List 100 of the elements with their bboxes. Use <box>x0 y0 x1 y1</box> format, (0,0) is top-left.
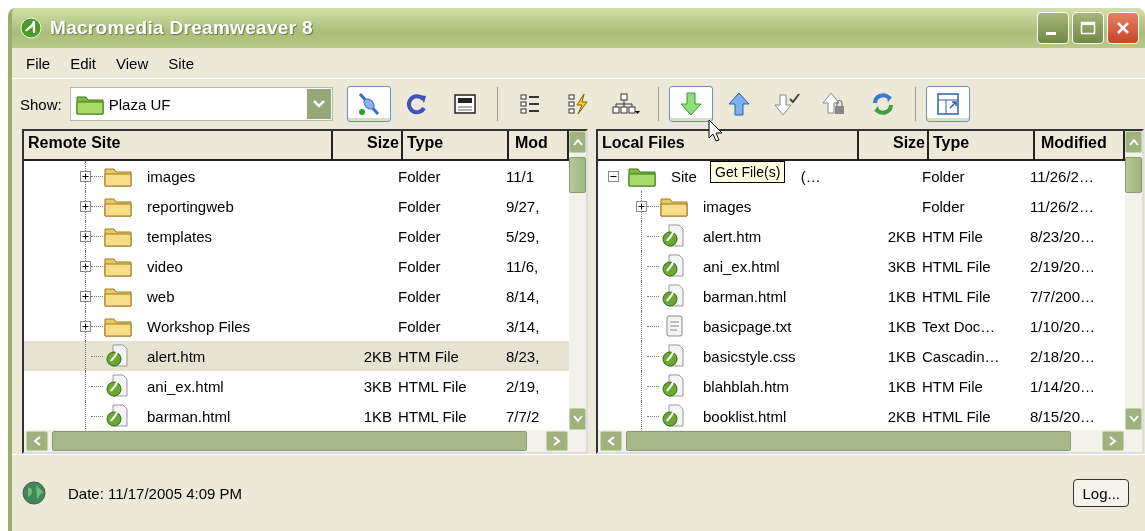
modified-date: 11/1 <box>506 167 535 185</box>
down-arrow-check-icon <box>773 91 800 117</box>
scroll-thumb[interactable] <box>569 157 586 193</box>
folder-icon <box>103 285 133 307</box>
scroll-up-button[interactable] <box>1125 131 1142 153</box>
scroll-down-button[interactable] <box>569 408 586 430</box>
show-label: Show: <box>20 95 62 113</box>
modified-date: 2/18/20… <box>1030 347 1096 365</box>
close-icon <box>1116 21 1130 35</box>
file-type: HTML File <box>922 407 991 425</box>
menu-item[interactable]: File <box>18 52 59 74</box>
expand-icon[interactable] <box>80 230 91 242</box>
scroll-thumb[interactable] <box>1125 157 1142 193</box>
left-chevron-icon <box>607 436 615 446</box>
expand-icon[interactable] <box>80 200 91 212</box>
file-row[interactable]: images Folder 11/1 <box>24 161 569 191</box>
file-row[interactable]: blahblah.htm 1KB HTM File 1/14/20… <box>598 371 1125 401</box>
list-icon <box>517 92 542 116</box>
file-type: Folder <box>398 257 441 275</box>
file-row[interactable]: basicpage.txt 1KB Text Doc… 1/10/20… <box>598 311 1125 341</box>
modified-date: 11/26/2… <box>1030 197 1094 215</box>
file-type: HTM File <box>398 347 459 365</box>
menu-item[interactable]: Site <box>160 52 203 74</box>
modified-date: 8/15/20… <box>1030 407 1096 425</box>
file-row[interactable]: Workshop Files Folder 3/14, <box>24 311 569 341</box>
down-arrow-icon <box>678 91 703 117</box>
expand-icon[interactable] <box>80 320 91 332</box>
file-type: HTML File <box>398 407 467 425</box>
folder-icon <box>103 315 133 337</box>
collapse-icon[interactable] <box>608 170 619 182</box>
ftp-log-icon <box>452 92 477 116</box>
column-header[interactable]: Size <box>859 131 929 159</box>
maximize-icon <box>1080 21 1096 35</box>
folder-icon <box>659 195 689 217</box>
scroll-thumb[interactable] <box>626 431 1071 451</box>
refresh-icon <box>404 92 429 116</box>
modified-date: 8/14, <box>506 287 540 305</box>
file-name: web <box>147 287 175 305</box>
scroll-right-button[interactable] <box>546 431 568 451</box>
scroll-thumb[interactable] <box>52 431 527 451</box>
scroll-left-button[interactable] <box>600 431 622 451</box>
file-type: Folder <box>922 167 965 185</box>
file-size: 1KB <box>887 347 916 365</box>
window-title: Macromedia Dreamweaver 8 <box>50 17 314 39</box>
expand-icon[interactable] <box>80 290 91 302</box>
scroll-up-button[interactable] <box>569 131 586 153</box>
file-row[interactable]: barman.html 1KB HTML File 7/7/200… <box>598 281 1125 311</box>
file-name: booklist.html <box>703 407 787 425</box>
expand-icon[interactable] <box>636 200 647 212</box>
column-header[interactable]: Remote Site <box>24 131 333 159</box>
right-chevron-icon <box>1109 436 1117 446</box>
maximize-button[interactable] <box>1072 12 1104 44</box>
modified-date: 7/7/200… <box>1030 287 1096 305</box>
list-lightning-icon <box>565 92 590 116</box>
file-name: ani_ex.html <box>703 257 780 275</box>
vertical-scrollbar[interactable] <box>1125 131 1142 430</box>
column-header[interactable]: Type <box>929 131 1035 159</box>
file-size: 2KB <box>887 407 916 425</box>
file-name: reportingweb <box>147 197 234 215</box>
file-row[interactable]: images Folder 11/26/2… <box>598 191 1125 221</box>
folder-icon <box>103 195 133 217</box>
file-row[interactable]: web Folder 8/14, <box>24 281 569 311</box>
scroll-left-button[interactable] <box>26 431 48 451</box>
folder-icon <box>627 165 657 187</box>
file-row[interactable]: templates Folder 5/29, <box>24 221 569 251</box>
expand-icon[interactable] <box>80 170 91 182</box>
file-size: 2KB <box>887 227 916 245</box>
modified-date: 11/26/2… <box>1030 167 1094 185</box>
file-row[interactable]: video Folder 11/6, <box>24 251 569 281</box>
horizontal-scrollbar[interactable] <box>598 430 1142 452</box>
file-row[interactable]: ani_ex.html 3KB HTML File 2/19/20… <box>598 251 1125 281</box>
site-map-icon <box>611 92 640 116</box>
modified-date: 8/23/20… <box>1030 227 1096 245</box>
log-button[interactable]: Log... <box>1073 479 1129 507</box>
column-header[interactable]: Type <box>403 131 509 159</box>
file-row[interactable]: basicstyle.css 1KB Cascadin… 2/18/20… <box>598 341 1125 371</box>
modified-date: 8/23, <box>506 347 540 365</box>
file-size: 2KB <box>363 347 392 365</box>
scroll-down-button[interactable] <box>1125 408 1142 430</box>
file-row[interactable]: alert.htm 2KB HTM File 8/23, <box>24 341 569 371</box>
folder-icon <box>103 165 133 187</box>
vertical-scrollbar[interactable] <box>569 131 586 430</box>
column-header[interactable]: Size <box>333 131 403 159</box>
file-row[interactable]: reportingweb Folder 9/27, <box>24 191 569 221</box>
file-size: 1KB <box>887 377 916 395</box>
minimize-button[interactable] <box>1037 12 1069 44</box>
sync-icon <box>870 92 895 116</box>
menu-item[interactable]: Edit <box>62 52 105 74</box>
menu-item[interactable]: View <box>108 52 157 74</box>
file-name: ani_ex.html <box>147 377 224 395</box>
close-button[interactable] <box>1107 12 1139 44</box>
scroll-right-button[interactable] <box>1102 431 1124 451</box>
file-name: Site <box>671 167 697 185</box>
horizontal-scrollbar[interactable] <box>24 430 586 452</box>
file-row[interactable]: ani_ex.html 3KB HTML File 2/19, <box>24 371 569 401</box>
site-dropdown[interactable]: Plaza UF <box>69 87 333 121</box>
file-row[interactable]: alert.htm 2KB HTM File 8/23/20… <box>598 221 1125 251</box>
folder-icon <box>74 93 105 115</box>
down-chevron-icon <box>1128 415 1139 423</box>
expand-icon[interactable] <box>80 260 91 272</box>
